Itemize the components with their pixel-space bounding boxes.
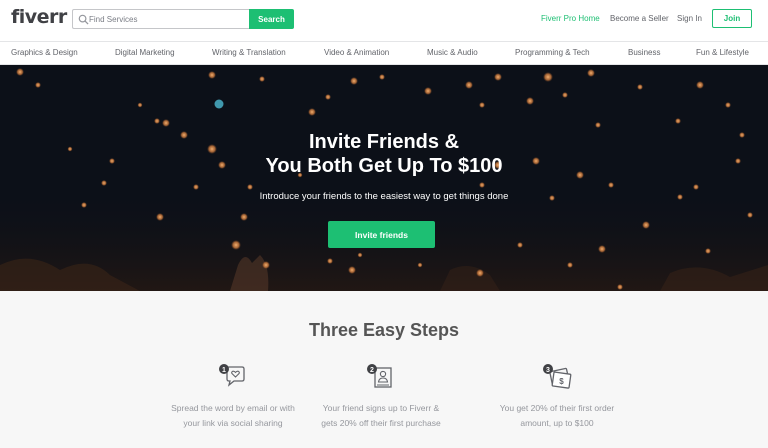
step-2-text: Your friend signs up to Fiverr & gets 20… xyxy=(296,401,466,431)
category-programming-tech[interactable]: Programming & Tech xyxy=(515,48,590,57)
category-music-audio[interactable]: Music & Audio xyxy=(427,48,478,57)
step-2-line1: Your friend signs up to Fiverr & xyxy=(322,403,440,413)
sign-in-link[interactable]: Sign In xyxy=(677,14,702,23)
search-bar: Search xyxy=(72,9,294,29)
svg-text:2: 2 xyxy=(370,367,374,374)
search-icon xyxy=(78,14,89,25)
hero-title-line2: You Both Get Up To $100 xyxy=(265,155,503,177)
fiverr-logo[interactable]: fiverr xyxy=(11,6,67,28)
svg-text:$: $ xyxy=(559,377,564,386)
step-3-line2: amount, up to $100 xyxy=(520,418,594,428)
category-fun-lifestyle[interactable]: Fun & Lifestyle xyxy=(696,48,749,57)
hero-title-line1: Invite Friends & xyxy=(308,131,460,153)
invite-friends-button[interactable]: Invite friends xyxy=(328,221,435,248)
step-1-line1: Spread the word by email or with xyxy=(171,403,295,413)
svg-text:1: 1 xyxy=(222,367,226,374)
step-3-text: You get 20% of their first order amount,… xyxy=(472,401,642,431)
category-menu: Graphics & Design Digital Marketing Writ… xyxy=(0,41,768,65)
steps-title: Three Easy Steps xyxy=(308,320,460,340)
top-header: fiverr Search Fiverr Pro Home Become a S… xyxy=(0,0,768,40)
become-seller-link[interactable]: Become a Seller xyxy=(610,14,669,23)
category-business[interactable]: Business xyxy=(628,48,660,57)
hero-subtitle: Introduce your friends to the easiest wa… xyxy=(259,191,509,202)
money-reward-icon: $ 3 xyxy=(543,364,572,389)
search-box[interactable] xyxy=(72,9,250,29)
step-3-line1: You get 20% of their first order xyxy=(499,403,615,413)
category-graphics-design[interactable]: Graphics & Design xyxy=(11,48,78,57)
category-digital-marketing[interactable]: Digital Marketing xyxy=(115,48,175,57)
search-input[interactable] xyxy=(89,10,247,28)
category-writing-translation[interactable]: Writing & Translation xyxy=(212,48,286,57)
svg-text:3: 3 xyxy=(546,367,550,374)
step-1-text: Spread the word by email or with your li… xyxy=(148,401,318,431)
fiverr-pro-link[interactable]: Fiverr Pro Home xyxy=(541,14,600,23)
step-1-line2: your link via social sharing xyxy=(183,418,283,428)
three-steps-section: Three Easy Steps 1 Spread the word by em… xyxy=(0,291,768,448)
share-bubble-icon: 1 xyxy=(219,364,245,387)
category-video-animation[interactable]: Video & Animation xyxy=(324,48,389,57)
join-button[interactable]: Join xyxy=(712,9,752,28)
step-2-line2: gets 20% off their first purchase xyxy=(321,418,441,428)
signup-profile-icon: 2 xyxy=(367,364,392,388)
search-button[interactable]: Search xyxy=(249,9,294,29)
hero-banner: Invite Friends & You Both Get Up To $100… xyxy=(0,65,768,291)
